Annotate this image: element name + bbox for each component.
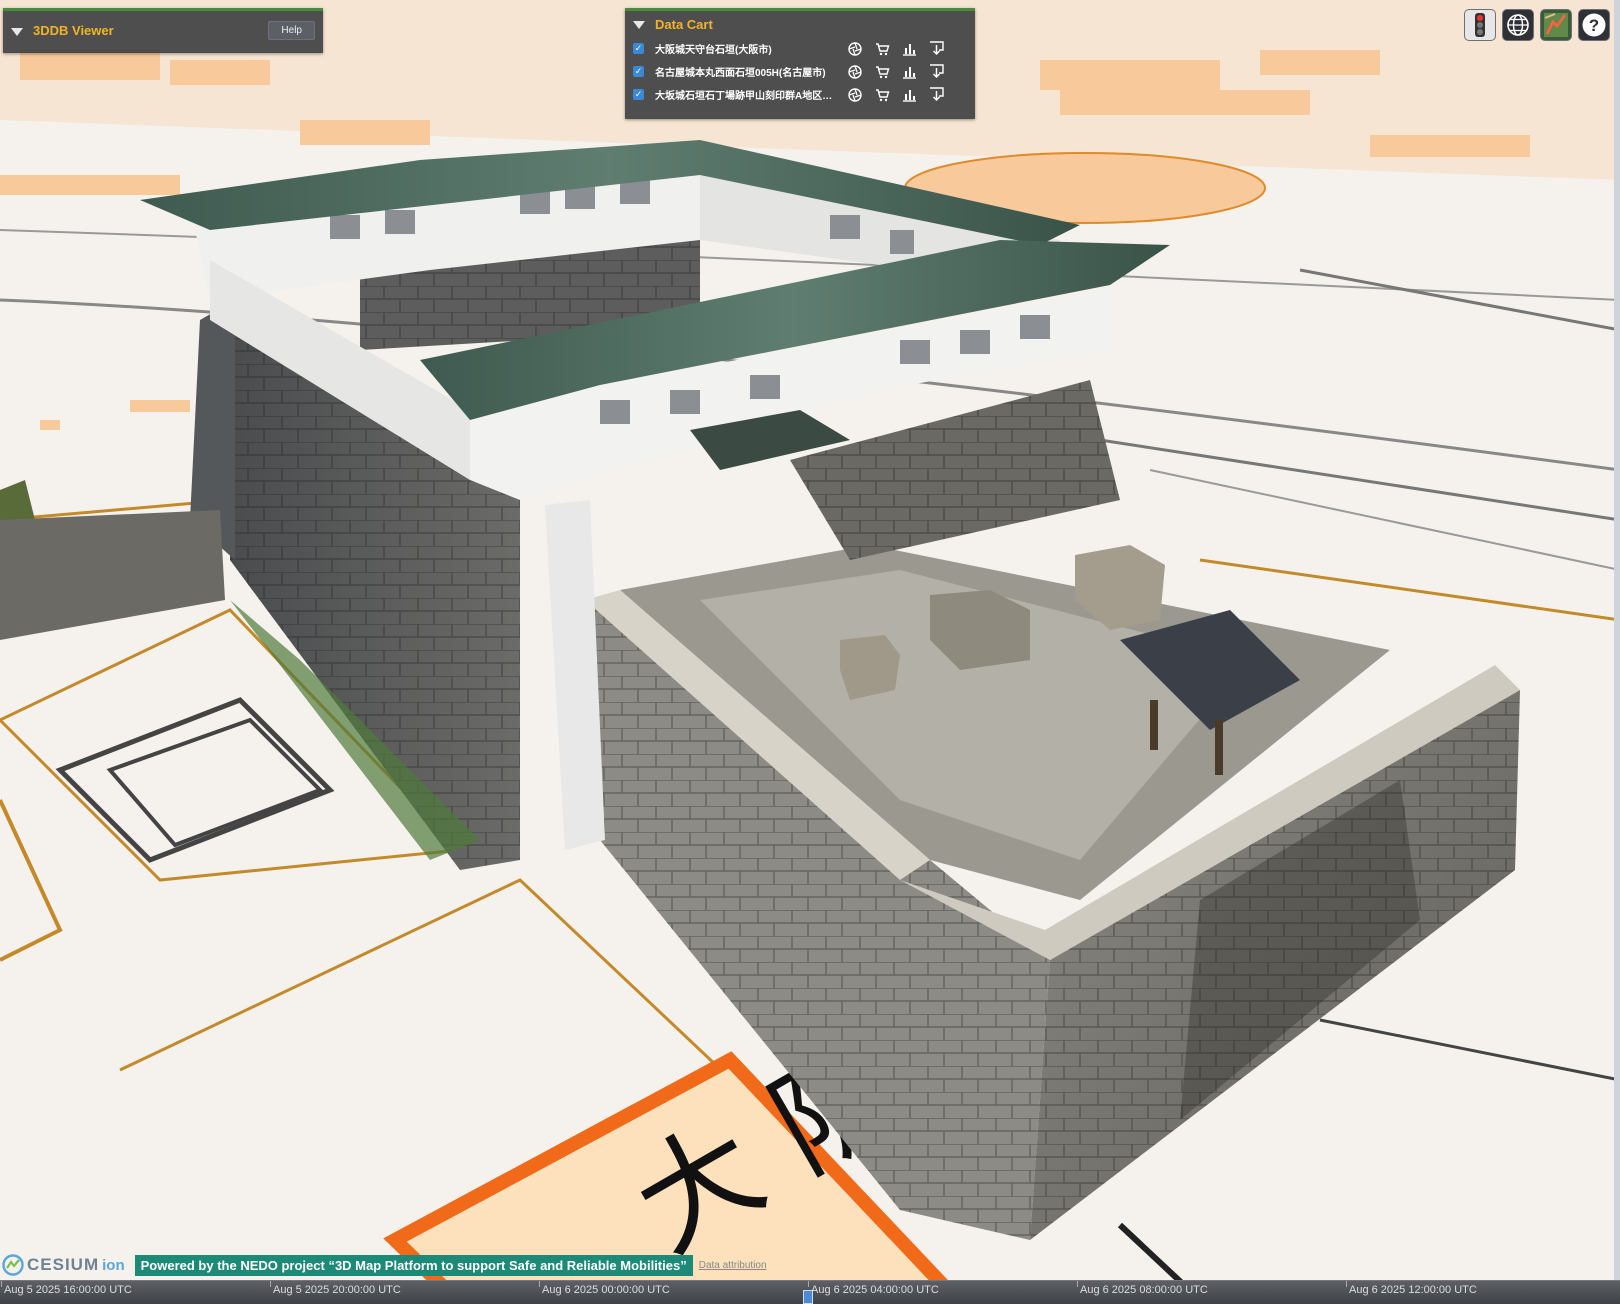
download-icon[interactable] bbox=[928, 87, 944, 103]
cesium-3d-scene[interactable]: 大 阪 bbox=[0, 0, 1620, 1303]
item-checkbox[interactable]: ✓ bbox=[633, 89, 644, 100]
cart-icon[interactable] bbox=[874, 64, 890, 80]
timeline[interactable]: Aug 5 2025 16:00:00 UTC Aug 5 2025 20:00… bbox=[0, 1280, 1620, 1304]
timeline-tick: Aug 6 2025 12:00:00 UTC bbox=[1349, 1284, 1477, 1296]
viewer-panel-header[interactable]: 3DDB Viewer Help bbox=[3, 11, 323, 50]
data-cart-item: ✓ 大坂城石垣石丁場跡甲山刻印群A地区… bbox=[625, 83, 975, 106]
cart-icon[interactable] bbox=[874, 41, 890, 57]
cesium-logo-icon bbox=[2, 1254, 24, 1276]
cesium-ion-logo[interactable]: CESIUM ion bbox=[2, 1254, 125, 1276]
data-cart-item: ✓ 大阪城天守台石垣(大阪市) bbox=[625, 37, 975, 60]
data-cart-item-label: 大阪城天守台石垣(大阪市) bbox=[655, 45, 772, 56]
top-right-toolbar: ? bbox=[1464, 9, 1610, 41]
nedo-credit: Powered by the NEDO project “3D Map Plat… bbox=[134, 1254, 693, 1276]
data-cart-panel: Data Cart ✓ 大阪城天守台石垣(大阪市) ✓ 名古屋城本丸西面石垣00… bbox=[625, 8, 975, 119]
chart-icon[interactable] bbox=[901, 41, 917, 57]
viewer-panel-title: 3DDB Viewer bbox=[33, 23, 114, 38]
item-checkbox[interactable]: ✓ bbox=[633, 43, 644, 54]
cesium-ion-text: ion bbox=[102, 1256, 125, 1274]
aperture-icon[interactable] bbox=[847, 64, 863, 80]
data-cart-title: Data Cart bbox=[655, 16, 713, 32]
timeline-tick: Aug 5 2025 20:00:00 UTC bbox=[273, 1284, 401, 1296]
download-icon[interactable] bbox=[928, 64, 944, 80]
data-cart-item-label: 名古屋城本丸西面石垣005H(名古屋市) bbox=[655, 68, 826, 79]
download-icon[interactable] bbox=[928, 41, 944, 57]
viewer-panel: 3DDB Viewer Help bbox=[3, 8, 323, 53]
help-glyph: ? bbox=[1589, 16, 1599, 35]
collapse-triangle-icon[interactable] bbox=[633, 21, 645, 29]
3d-map-viewport[interactable]: 大 阪 bbox=[0, 0, 1620, 1303]
data-cart-item: ✓ 名古屋城本丸西面石垣005H(名古屋市) bbox=[625, 60, 975, 83]
chart-icon[interactable] bbox=[901, 64, 917, 80]
help-icon[interactable]: ? bbox=[1578, 9, 1610, 41]
map-layer-icon[interactable] bbox=[1540, 9, 1572, 41]
aperture-icon[interactable] bbox=[847, 87, 863, 103]
item-checkbox[interactable]: ✓ bbox=[633, 66, 644, 77]
viewport-scrollbar[interactable] bbox=[1614, 0, 1620, 1280]
timeline-tick: Aug 5 2025 16:00:00 UTC bbox=[4, 1284, 132, 1296]
cesium-logo-text: CESIUM bbox=[27, 1255, 100, 1274]
timeline-tick: Aug 6 2025 00:00:00 UTC bbox=[542, 1284, 670, 1296]
aperture-icon[interactable] bbox=[847, 41, 863, 57]
timeline-needle[interactable] bbox=[803, 1290, 813, 1304]
data-cart-list: ✓ 大阪城天守台石垣(大阪市) ✓ 名古屋城本丸西面石垣005H(名古屋市) ✓… bbox=[625, 37, 975, 106]
data-cart-header[interactable]: Data Cart bbox=[625, 11, 975, 37]
traffic-light-icon[interactable] bbox=[1464, 9, 1496, 41]
data-cart-item-label: 大坂城石垣石丁場跡甲山刻印群A地区… bbox=[655, 91, 833, 102]
globe-icon[interactable] bbox=[1502, 9, 1534, 41]
collapse-triangle-icon[interactable] bbox=[11, 27, 23, 36]
timeline-tick: Aug 6 2025 04:00:00 UTC bbox=[811, 1284, 939, 1296]
data-attribution-link[interactable]: Data attribution bbox=[699, 1260, 767, 1271]
credits-bar: CESIUM ion Powered by the NEDO project “… bbox=[0, 1252, 767, 1278]
help-button[interactable]: Help bbox=[268, 21, 315, 40]
timeline-tick: Aug 6 2025 08:00:00 UTC bbox=[1080, 1284, 1208, 1296]
chart-icon[interactable] bbox=[901, 87, 917, 103]
cart-icon[interactable] bbox=[874, 87, 890, 103]
